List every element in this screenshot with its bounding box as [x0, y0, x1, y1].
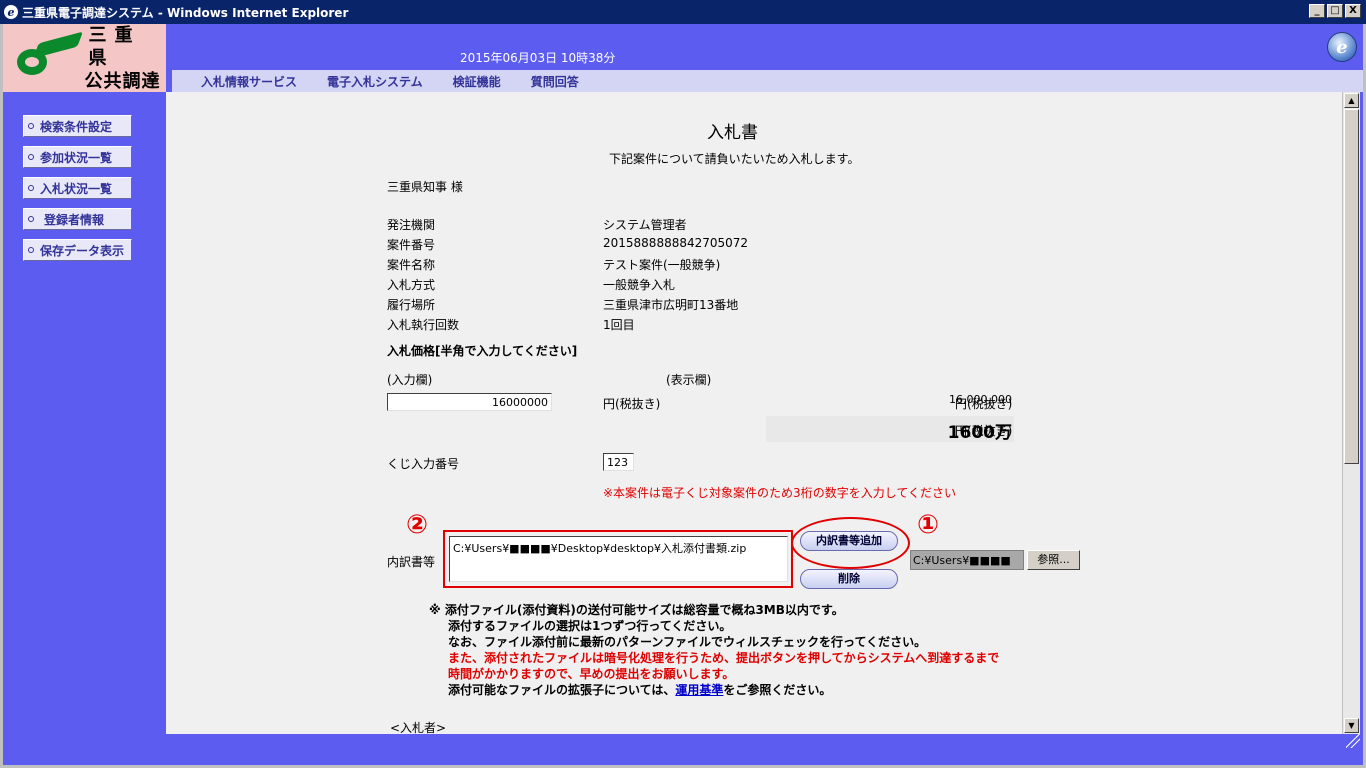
- row-value: 一般競争入札: [603, 278, 676, 292]
- browse-button[interactable]: 参照...: [1027, 550, 1080, 570]
- annotation-marker-1: ①: [917, 510, 940, 540]
- addressee: 三重県知事 様: [387, 180, 463, 194]
- price-input-unit: 円(税抜き): [603, 397, 661, 411]
- sidebar-item-participation-list[interactable]: 参加状況一覧: [23, 146, 132, 168]
- vertical-scrollbar[interactable]: ▲ ▼: [1342, 92, 1360, 734]
- note-line: 添付可能なファイルの拡張子については、運用基準をご参照ください。: [448, 683, 832, 697]
- page-title: 入札書: [707, 123, 758, 143]
- note-line-alert: 時間がかかりますので、早めの提出をお願いします。: [448, 667, 735, 681]
- price-display-man-unit: 円(税抜き): [955, 424, 1013, 438]
- window-titlebar: e 三重県電子調達システム - Windows Internet Explore…: [0, 0, 1366, 24]
- bullet-icon: [28, 154, 34, 160]
- logo-mark-icon: [13, 31, 84, 81]
- row-value: テスト案件(一般競争): [603, 258, 721, 272]
- row-value: 2015888888842705072: [603, 236, 749, 250]
- logo-line2: 公共調達: [84, 70, 161, 92]
- annotation-marker-2: ②: [406, 510, 429, 540]
- bullet-icon: [28, 185, 34, 191]
- row-value: 1回目: [603, 318, 635, 332]
- nav-e-bidding-system[interactable]: 電子入札システム: [327, 73, 423, 90]
- sidebar-item-search-conditions[interactable]: 検索条件設定: [23, 115, 132, 137]
- row-label: 発注機関: [387, 218, 436, 232]
- lottery-input[interactable]: [603, 453, 634, 471]
- bullet-icon: [28, 123, 34, 129]
- top-nav: 入札情報サービス 電子入札システム 検証機能 質問回答: [172, 70, 1363, 92]
- attachment-list[interactable]: C:¥Users¥■■■■¥Desktop¥desktop¥入札添付書類.zip: [449, 536, 788, 582]
- lottery-note: ※本案件は電子くじ対象案件のため3桁の数字を入力してください: [603, 486, 956, 500]
- row-value: 三重県津市広明町13番地: [603, 298, 739, 312]
- row-value: システム管理者: [603, 218, 687, 232]
- bottom-band: [166, 734, 1363, 758]
- input-column-label: (入力欄): [387, 373, 433, 387]
- attachment-label: 内訳書等: [387, 555, 436, 569]
- add-attachment-button[interactable]: 内訳書等追加: [800, 531, 898, 551]
- window-title: 三重県電子調達システム - Windows Internet Explorer: [22, 5, 349, 20]
- minimize-button[interactable]: _: [1309, 4, 1325, 18]
- logo-line1: 三重県: [88, 24, 141, 69]
- file-path-input[interactable]: C:¥Users¥■■■■: [910, 550, 1024, 570]
- bidder-section-label: <入札者>: [390, 721, 447, 734]
- current-datetime: 2015年06月03日 10時38分: [460, 51, 616, 65]
- scroll-thumb[interactable]: [1344, 109, 1359, 464]
- note-line: なお、ファイル添付前に最新のパターンファイルでウィルスチェックを行ってください。: [448, 635, 927, 649]
- bullet-icon: [28, 247, 34, 253]
- price-input[interactable]: [387, 393, 552, 411]
- ie-icon: e: [4, 5, 18, 19]
- nav-verification[interactable]: 検証機能: [453, 73, 501, 90]
- resize-grip-icon[interactable]: [1346, 734, 1360, 748]
- price-label: 入札価格[半角で入力してください]: [387, 344, 578, 358]
- attachment-file[interactable]: C:¥Users¥■■■■¥Desktop¥desktop¥入札添付書類.zip: [453, 542, 746, 555]
- sidebar: 検索条件設定 参加状況一覧 入札状況一覧 登録者情報 保存データ表示: [3, 92, 166, 758]
- row-label: 案件番号: [387, 238, 436, 252]
- scroll-down-icon[interactable]: ▼: [1344, 718, 1359, 733]
- price-display-unit: 円(税抜き): [955, 397, 1013, 411]
- main-content: 入札書 下記案件について請負いたいため入札します。 三重県知事 様 発注機関 シ…: [166, 92, 1342, 734]
- nav-qa[interactable]: 質問回答: [531, 73, 579, 90]
- display-column-label: (表示欄): [666, 373, 712, 387]
- window-controls: _ □ X: [1309, 4, 1361, 18]
- delete-attachment-button[interactable]: 削除: [800, 569, 898, 589]
- row-label: 入札執行回数: [387, 318, 460, 332]
- close-button[interactable]: X: [1345, 4, 1361, 18]
- attachment-notes: ※ 添付ファイル(添付資料)の送付可能サイズは総容量で概ね3MB以内です。 添付…: [429, 602, 999, 698]
- row-label: 案件名称: [387, 258, 436, 272]
- sidebar-item-registrant-info[interactable]: 登録者情報: [23, 208, 132, 230]
- logo: 三重県 公共調達: [3, 24, 166, 92]
- row-label: 履行場所: [387, 298, 436, 312]
- maximize-button[interactable]: □: [1327, 4, 1343, 18]
- note-line-alert: また、添付されたファイルは暗号化処理を行うため、提出ボタンを押してからシステムへ…: [448, 651, 1000, 665]
- sidebar-item-saved-data[interactable]: 保存データ表示: [23, 239, 132, 261]
- scroll-up-icon[interactable]: ▲: [1344, 93, 1359, 108]
- page-subtitle: 下記案件について請負いたいため入札します。: [609, 152, 860, 166]
- bullet-icon: [28, 216, 34, 222]
- lottery-label: くじ入力番号: [387, 457, 460, 471]
- note-line: ※ 添付ファイル(添付資料)の送付可能サイズは総容量で概ね3MB以内です。: [429, 603, 844, 617]
- sidebar-item-bid-status-list[interactable]: 入札状況一覧: [23, 177, 132, 199]
- row-label: 入札方式: [387, 278, 436, 292]
- operation-standard-link[interactable]: 運用基準: [675, 683, 723, 697]
- header: 2015年06月03日 10時38分 e 入札情報サービス 電子入札システム 検…: [166, 24, 1363, 92]
- nav-bid-info-service[interactable]: 入札情報サービス: [201, 73, 297, 90]
- note-line: 添付するファイルの選択は1つずつ行ってください。: [448, 619, 732, 633]
- browser-logo-icon: e: [1327, 32, 1357, 62]
